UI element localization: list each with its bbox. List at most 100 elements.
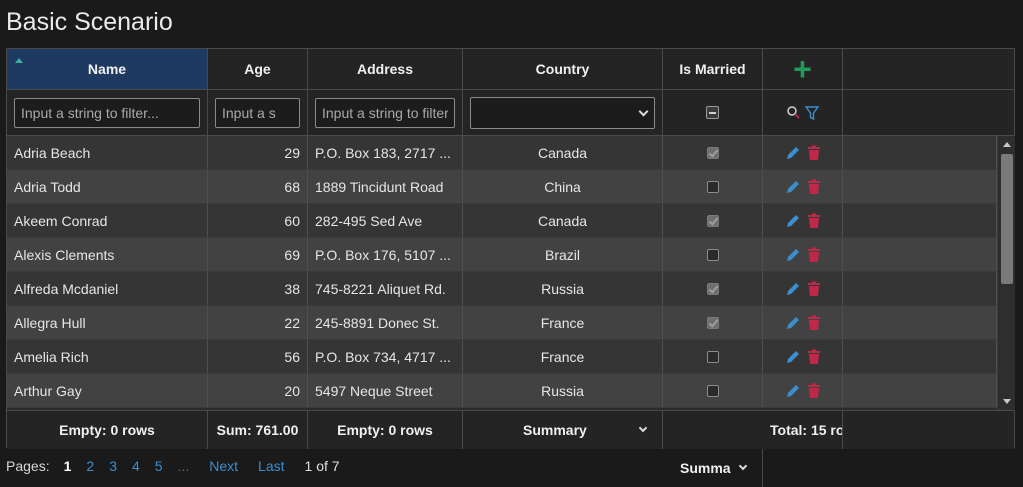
filter-icon[interactable] bbox=[804, 105, 819, 120]
add-row-button[interactable]: + bbox=[763, 49, 843, 89]
delete-trash-icon[interactable] bbox=[807, 213, 821, 229]
cell-country[interactable]: France bbox=[463, 340, 663, 373]
page-link-3[interactable]: 3 bbox=[109, 458, 117, 474]
cell-name[interactable]: Allegra Hull bbox=[7, 306, 208, 339]
married-checkbox[interactable] bbox=[706, 248, 719, 261]
cell-commands bbox=[763, 306, 843, 339]
header-address-label: Address bbox=[356, 61, 414, 77]
cell-address[interactable]: 745-8221 Aliquet Rd. bbox=[308, 272, 463, 305]
married-checkbox[interactable] bbox=[706, 350, 719, 363]
married-checkbox[interactable] bbox=[706, 316, 719, 329]
cell-country[interactable]: Canada bbox=[463, 204, 663, 237]
delete-trash-icon[interactable] bbox=[807, 315, 821, 331]
cell-name[interactable]: Alfreda Mcdaniel bbox=[7, 272, 208, 305]
pager-ellipsis[interactable]: ... bbox=[178, 458, 190, 474]
cell-age[interactable]: 22 bbox=[208, 306, 308, 339]
edit-pencil-icon[interactable] bbox=[785, 213, 801, 229]
edit-pencil-icon[interactable] bbox=[785, 179, 801, 195]
cell-age[interactable]: 20 bbox=[208, 374, 308, 407]
cell-name[interactable]: Akeem Conrad bbox=[7, 204, 208, 237]
cell-country[interactable]: Canada bbox=[463, 136, 663, 169]
cell-name[interactable]: Amelia Rich bbox=[7, 340, 208, 373]
married-checkbox[interactable] bbox=[706, 180, 719, 193]
cell-name[interactable]: Arthur Gay bbox=[7, 374, 208, 407]
edit-pencil-icon[interactable] bbox=[785, 383, 801, 399]
cell-name[interactable]: Adria Beach bbox=[7, 136, 208, 169]
last-page-link[interactable]: Last bbox=[258, 458, 284, 474]
table-row[interactable]: Arthur Gay 20 5497 Neque Street Russia bbox=[7, 374, 997, 408]
scroll-thumb[interactable] bbox=[1001, 154, 1013, 284]
page-link-4[interactable]: 4 bbox=[132, 458, 140, 474]
page-link-1[interactable]: 1 bbox=[64, 458, 72, 474]
married-checkbox[interactable] bbox=[706, 146, 719, 159]
delete-trash-icon[interactable] bbox=[807, 383, 821, 399]
table-row[interactable]: Akeem Conrad 60 282-495 Sed Ave Canada bbox=[7, 204, 997, 238]
footer-age-summary: Sum: 761.00 bbox=[208, 411, 308, 449]
edit-pencil-icon[interactable] bbox=[785, 315, 801, 331]
header-address[interactable]: Address bbox=[308, 49, 463, 89]
address-filter-input[interactable] bbox=[315, 97, 455, 128]
cell-married bbox=[663, 340, 763, 373]
country-filter-select[interactable] bbox=[470, 96, 655, 129]
cell-country[interactable]: Brazil bbox=[463, 238, 663, 271]
header-country[interactable]: Country bbox=[463, 49, 663, 89]
cell-age[interactable]: 68 bbox=[208, 170, 308, 203]
cell-name[interactable]: Adria Todd bbox=[7, 170, 208, 203]
grid-filter-row bbox=[7, 90, 1014, 136]
married-checkbox[interactable] bbox=[706, 214, 719, 227]
cell-country[interactable]: China bbox=[463, 170, 663, 203]
footer-married-label: Summa bbox=[680, 460, 731, 476]
cell-age[interactable]: 56 bbox=[208, 340, 308, 373]
cell-age[interactable]: 38 bbox=[208, 272, 308, 305]
married-checkbox[interactable] bbox=[706, 282, 719, 295]
clear-search-icon[interactable] bbox=[786, 105, 800, 119]
footer-country-summary-dropdown[interactable]: Summary bbox=[463, 411, 663, 449]
table-row[interactable]: Adria Beach 29 P.O. Box 183, 2717 ... Ca… bbox=[7, 136, 997, 170]
cell-address[interactable]: 5497 Neque Street bbox=[308, 374, 463, 407]
header-married[interactable]: Is Married bbox=[663, 49, 763, 89]
header-name[interactable]: Name bbox=[7, 49, 208, 89]
cell-country[interactable]: Russia bbox=[463, 272, 663, 305]
edit-pencil-icon[interactable] bbox=[785, 247, 801, 263]
edit-pencil-icon[interactable] bbox=[785, 145, 801, 161]
cell-name[interactable]: Alexis Clements bbox=[7, 238, 208, 271]
cell-address[interactable]: P.O. Box 176, 5107 ... bbox=[308, 238, 463, 271]
cell-address[interactable]: 282-495 Sed Ave bbox=[308, 204, 463, 237]
cell-address[interactable]: 1889 Tincidunt Road bbox=[308, 170, 463, 203]
name-filter-input[interactable] bbox=[14, 97, 200, 128]
header-age[interactable]: Age bbox=[208, 49, 308, 89]
table-row[interactable]: Alexis Clements 69 P.O. Box 176, 5107 ..… bbox=[7, 238, 997, 272]
cell-age[interactable]: 29 bbox=[208, 136, 308, 169]
cell-address-text: 245-8891 Donec St. bbox=[315, 314, 440, 331]
delete-trash-icon[interactable] bbox=[807, 349, 821, 365]
edit-pencil-icon[interactable] bbox=[785, 349, 801, 365]
edit-pencil-icon[interactable] bbox=[785, 281, 801, 297]
cell-address-text: P.O. Box 176, 5107 ... bbox=[315, 246, 451, 263]
married-checkbox[interactable] bbox=[706, 384, 719, 397]
delete-trash-icon[interactable] bbox=[807, 145, 821, 161]
footer-married-summary-dropdown[interactable]: Summa bbox=[663, 449, 763, 487]
age-filter-input[interactable] bbox=[215, 97, 300, 128]
table-row[interactable]: Adria Todd 68 1889 Tincidunt Road China bbox=[7, 170, 997, 204]
cell-married bbox=[663, 136, 763, 169]
page-link-2[interactable]: 2 bbox=[86, 458, 94, 474]
table-row[interactable]: Allegra Hull 22 245-8891 Donec St. Franc… bbox=[7, 306, 997, 340]
cell-age[interactable]: 60 bbox=[208, 204, 308, 237]
cell-address[interactable]: 245-8891 Donec St. bbox=[308, 306, 463, 339]
married-filter-checkbox[interactable] bbox=[706, 106, 719, 119]
table-row[interactable]: Amelia Rich 56 P.O. Box 734, 4717 ... Fr… bbox=[7, 340, 997, 374]
delete-trash-icon[interactable] bbox=[807, 247, 821, 263]
delete-trash-icon[interactable] bbox=[807, 179, 821, 195]
table-row[interactable]: Alfreda Mcdaniel 38 745-8221 Aliquet Rd.… bbox=[7, 272, 997, 306]
vertical-scrollbar[interactable] bbox=[997, 136, 1015, 410]
scroll-down-arrow-icon[interactable] bbox=[1003, 399, 1011, 404]
cell-country[interactable]: Russia bbox=[463, 374, 663, 407]
cell-country[interactable]: France bbox=[463, 306, 663, 339]
delete-trash-icon[interactable] bbox=[807, 281, 821, 297]
next-page-link[interactable]: Next bbox=[209, 458, 238, 474]
cell-address[interactable]: P.O. Box 183, 2717 ... bbox=[308, 136, 463, 169]
cell-age[interactable]: 69 bbox=[208, 238, 308, 271]
cell-address[interactable]: P.O. Box 734, 4717 ... bbox=[308, 340, 463, 373]
scroll-up-arrow-icon[interactable] bbox=[1003, 142, 1011, 147]
page-link-5[interactable]: 5 bbox=[155, 458, 163, 474]
